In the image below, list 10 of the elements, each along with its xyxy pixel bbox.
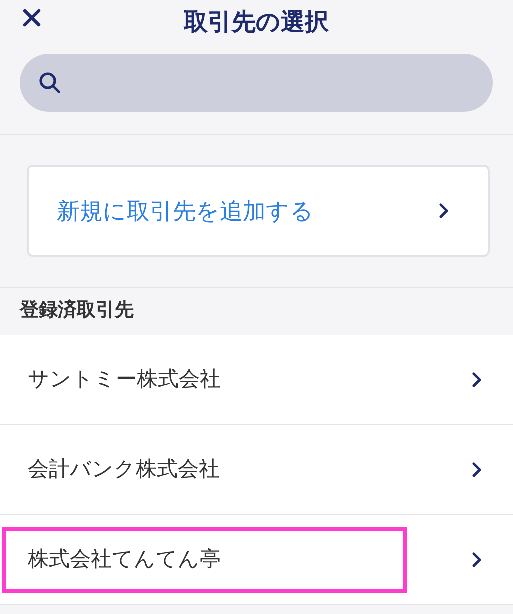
close-icon (22, 8, 42, 28)
search-icon (38, 71, 62, 95)
section-title: 登録済取引先 (20, 298, 134, 324)
window-title: 取引先の選択 (184, 8, 329, 38)
chevron-right-icon (471, 370, 483, 388)
chevron-right-icon (438, 202, 450, 220)
partner-item[interactable]: 株式会社てんてん亭 (2, 526, 407, 592)
chevron-right-icon (471, 550, 483, 568)
chevron-right-icon (471, 460, 483, 478)
add-partner-button[interactable]: 新規に取引先を追加する (27, 165, 490, 257)
